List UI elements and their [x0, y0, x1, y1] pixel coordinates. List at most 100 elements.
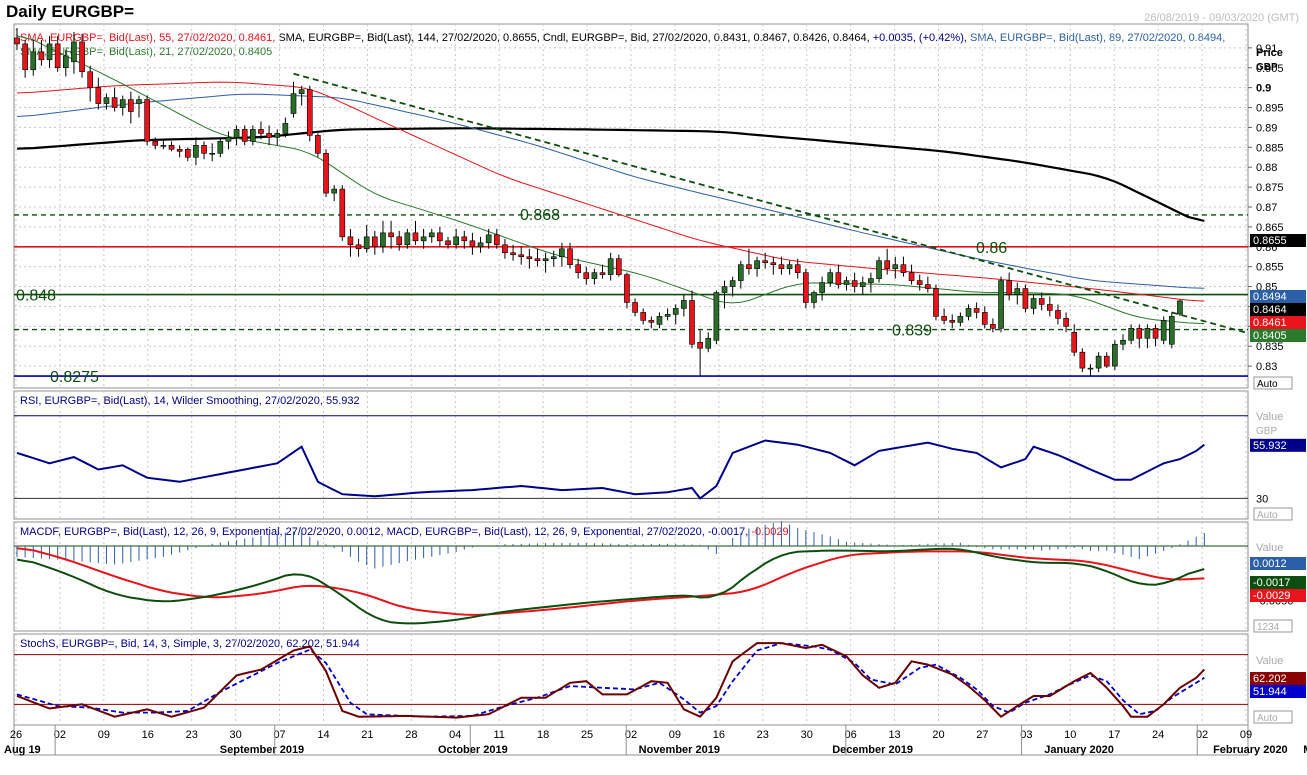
- candle-body: [217, 141, 224, 154]
- x-tick-label: 03: [1020, 729, 1032, 741]
- x-tick-label: 16: [142, 729, 154, 741]
- x-tick-label: 18: [537, 729, 549, 741]
- candle-body: [355, 244, 362, 250]
- month-label: Aug 19: [4, 744, 41, 756]
- candle-body: [681, 300, 687, 309]
- x-tick-label: 25: [581, 729, 593, 741]
- candle-body: [274, 133, 281, 138]
- rsi-axis-unit: GBP: [1256, 426, 1277, 437]
- candle-body: [445, 240, 451, 246]
- candle-body: [632, 302, 638, 313]
- candle-body: [412, 232, 419, 242]
- candle-body: [697, 341, 703, 349]
- x-tick-label: 09: [1240, 729, 1252, 741]
- stoch-auto-label: Auto: [1257, 713, 1278, 724]
- price-tick-label: 0.855: [1256, 262, 1284, 274]
- candle-body: [542, 258, 549, 261]
- month-label: September 2019: [220, 744, 304, 756]
- candle-body: [136, 99, 142, 104]
- candle-body: [884, 260, 890, 269]
- price-chart-canvas[interactable]: 26 02 09 16 23 30 07 14 21 28 04 11 18 25 02 09 16 23 30 06…: [0, 0, 1307, 775]
- price-tick-label: 0.865: [1256, 222, 1284, 234]
- candle-body: [363, 236, 370, 250]
- candle-body: [176, 149, 183, 152]
- candle-body: [1177, 300, 1183, 315]
- candle-body: [1022, 288, 1029, 309]
- candle-body: [1095, 355, 1102, 369]
- x-tick-label: 14: [317, 729, 329, 741]
- candle-body: [1038, 298, 1045, 305]
- candle-body: [282, 123, 289, 134]
- candle-body: [184, 149, 191, 158]
- price-tick-label: 0.895: [1256, 103, 1284, 115]
- candle-body: [583, 272, 590, 279]
- macd-signal-line: [16, 547, 1205, 616]
- x-tick-label: 02: [625, 729, 637, 741]
- x-tick-label: 27: [976, 729, 988, 741]
- candle-body: [1128, 328, 1134, 341]
- candle-body: [640, 312, 647, 321]
- candle-body: [266, 133, 272, 138]
- candle-body: [315, 135, 321, 154]
- candle-body: [664, 314, 671, 317]
- x-tick-label: 13: [888, 729, 900, 741]
- candle-body: [981, 312, 988, 325]
- candle-body: [965, 308, 972, 317]
- candle-body: [1071, 332, 1078, 353]
- rsi-tick-label: 30: [1256, 493, 1268, 505]
- x-tick-label: 11: [494, 729, 505, 741]
- candle-body: [770, 262, 777, 265]
- x-tick-label: 04: [449, 729, 461, 741]
- candle-body: [1087, 367, 1094, 370]
- x-tick-label: 02: [54, 729, 66, 741]
- candle-body: [534, 258, 541, 261]
- candle-body: [339, 188, 346, 238]
- candle-body: [1144, 328, 1151, 339]
- candle-body: [201, 145, 207, 154]
- candle-body: [819, 282, 825, 293]
- candle-body: [323, 152, 329, 194]
- candle-body: [892, 264, 899, 269]
- candle-body: [14, 37, 20, 45]
- candle-body: [510, 252, 516, 256]
- candle-body: [1152, 328, 1159, 339]
- candle-body: [160, 145, 167, 147]
- candle-body: [62, 55, 69, 69]
- candle-body: [1160, 320, 1167, 341]
- candle-body: [306, 89, 313, 136]
- price-tag: 0.8464: [1253, 304, 1287, 316]
- rsi-line: [16, 439, 1205, 500]
- month-label: October 2019: [438, 744, 508, 756]
- candle-body: [713, 292, 720, 341]
- candle-body: [754, 260, 760, 269]
- price-tick-label: 0.885: [1256, 142, 1284, 154]
- candle-body: [502, 244, 508, 254]
- candle-body: [103, 97, 110, 104]
- auto-scale-label: Auto: [1257, 379, 1278, 390]
- candle-body: [1030, 298, 1037, 309]
- candle-body: [54, 43, 61, 69]
- level-label-0868: 0.868: [520, 207, 560, 224]
- candle-body: [949, 320, 956, 323]
- price-tick-label: 0.89: [1256, 122, 1277, 134]
- candle-body: [591, 272, 598, 279]
- candle-body: [721, 286, 728, 293]
- price-tag: 0.8655: [1253, 235, 1287, 247]
- price-tick-label: 0.9: [1256, 83, 1271, 95]
- candle-body: [762, 260, 769, 263]
- candle-body: [1079, 351, 1086, 369]
- candle-body: [250, 129, 256, 142]
- candle-body: [1063, 318, 1069, 327]
- chart-window: Daily EURGBP= 26/08/2019 - 09/03/2020 (G…: [0, 0, 1307, 775]
- candle-body: [648, 320, 655, 323]
- price-tick-label: 0.875: [1256, 182, 1284, 194]
- candle-body: [908, 272, 915, 281]
- level-label-08275: 0.8275: [50, 369, 99, 386]
- month-label: February 2020: [1213, 744, 1288, 756]
- candle-body: [1103, 355, 1110, 367]
- candle-body: [925, 284, 931, 289]
- price-tag: 0.8405: [1253, 330, 1287, 342]
- level-label-0848: 0.848: [16, 288, 56, 305]
- month-label: November 2019: [639, 744, 720, 756]
- candle-body: [811, 292, 817, 303]
